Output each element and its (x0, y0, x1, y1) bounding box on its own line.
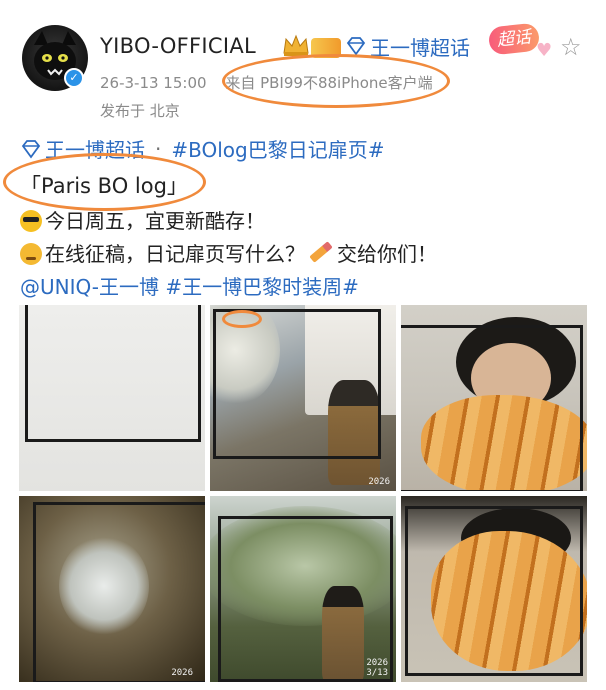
image-tile-1[interactable] (19, 305, 205, 491)
photo-frame (401, 325, 583, 491)
verified-icon: ✓ (64, 68, 84, 88)
thinking-emoji-icon (20, 243, 42, 265)
image-tile-4[interactable]: 2026 (19, 496, 205, 682)
topic-link-header[interactable]: 王一博超话 (345, 33, 470, 60)
date-stamp: 2026 (368, 477, 390, 487)
hashtag-fashion-week[interactable]: #王一博巴黎时装周# (165, 275, 359, 299)
image-grid: 2026 2026 2026 3/13 (19, 305, 587, 685)
username[interactable]: YIBO-OFFICIAL (100, 34, 256, 58)
image-tile-2[interactable]: 2026 (210, 305, 396, 491)
photo-frame (33, 502, 205, 682)
date-stamp: 2026 (171, 668, 193, 678)
source-client: 来自 PBI99不88iPhone客户端 (225, 74, 433, 92)
date-stamp: 2026 3/13 (366, 658, 388, 678)
star-icon[interactable]: ☆ (560, 35, 582, 59)
diamond-icon (21, 139, 41, 159)
diamond-icon (346, 37, 366, 56)
location: 发布于 北京 (100, 102, 180, 120)
photo-frame (213, 309, 381, 459)
friday-text: 今日周五，宜更新酷存！ (45, 209, 265, 233)
image-tile-3[interactable] (401, 305, 587, 491)
sunglasses-emoji-icon (20, 210, 42, 232)
separator-dot: · (155, 136, 162, 161)
hashtag-bolog[interactable]: #BOlog巴黎日记扉页# (171, 134, 384, 163)
image-tile-5[interactable]: 2026 3/13 (210, 496, 396, 682)
text-line-friday: 今日周五，宜更新酷存！ (20, 205, 265, 234)
pencil-emoji-icon (309, 241, 333, 263)
chaohua-badge[interactable]: 超话 (487, 22, 541, 56)
post-title: 「Paris BO log」 (20, 174, 188, 198)
solicit-text-a: 在线征稿，日记扉页写什么？ (45, 242, 305, 266)
photo-frame (405, 506, 583, 676)
text-line-solicit: 在线征稿，日记扉页写什么？ 交给你们！ (20, 238, 437, 267)
mention-link[interactable]: @UNIQ-王一博 (20, 275, 159, 299)
text-line-mentions: @UNIQ-王一博 #王一博巴黎时装周# (20, 271, 359, 300)
photo-frame (25, 305, 201, 442)
heart-icon: ♥ (536, 40, 553, 61)
topic-link[interactable]: 王一博超话 (45, 134, 145, 163)
post-meta: 26-3-13 15:00 来自 PBI99不88iPhone客户端 (100, 72, 433, 93)
topic-line: 王一博超话 · #BOlog巴黎日记扉页# (20, 134, 384, 163)
level-badge (311, 38, 341, 58)
topic-name: 王一博超话 (370, 35, 470, 60)
image-tile-6[interactable] (401, 496, 587, 682)
crown-icon (283, 34, 309, 56)
date-stamp-text: 2026 3/13 (366, 658, 388, 678)
timestamp: 26-3-13 15:00 (100, 74, 207, 92)
solicit-text-b: 交给你们！ (337, 242, 437, 266)
